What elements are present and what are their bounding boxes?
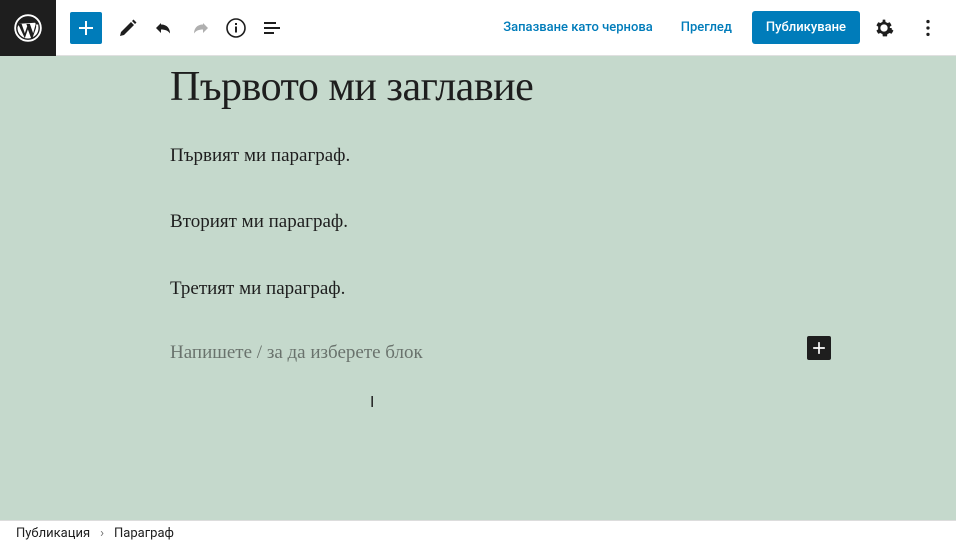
pencil-icon: [116, 16, 140, 40]
edit-mode-button[interactable]: [110, 10, 146, 46]
breadcrumb-current[interactable]: Параграф: [114, 526, 174, 541]
publish-button[interactable]: Публикуване: [752, 11, 860, 44]
add-block-button[interactable]: [70, 12, 102, 44]
toolbar-left-group: [56, 10, 290, 46]
block-breadcrumb: Публикация › Параграф: [0, 520, 956, 546]
inline-add-block-button[interactable]: [807, 336, 831, 360]
preview-button[interactable]: Преглед: [669, 12, 744, 43]
list-view-icon: [260, 16, 284, 40]
empty-paragraph-block[interactable]: Напишете / за да изберете блок: [170, 342, 786, 364]
settings-button[interactable]: [864, 8, 904, 48]
plus-icon: [74, 16, 98, 40]
outline-button[interactable]: [254, 10, 290, 46]
block-placeholder: Напишете / за да изберете блок: [170, 342, 423, 364]
editor-top-toolbar: Запазване като чернова Преглед Публикува…: [0, 0, 956, 56]
kebab-icon: [917, 17, 939, 39]
redo-icon: [188, 16, 212, 40]
save-draft-button[interactable]: Запазване като чернова: [491, 12, 665, 43]
paragraph-block[interactable]: Първият ми параграф.: [170, 143, 786, 170]
redo-button[interactable]: [182, 10, 218, 46]
post-content: Първото ми заглавие Първият ми параграф.…: [0, 56, 956, 364]
wordpress-logo[interactable]: [0, 0, 56, 56]
text-caret-cursor: I: [370, 392, 374, 411]
paragraph-block[interactable]: Третият ми параграф.: [170, 276, 786, 303]
chevron-right-icon: ›: [100, 526, 104, 541]
wordpress-icon: [14, 14, 42, 42]
undo-icon: [152, 16, 176, 40]
info-button[interactable]: [218, 10, 254, 46]
paragraph-block[interactable]: Вторият ми параграф.: [170, 209, 786, 236]
toolbar-right-group: Запазване като чернова Преглед Публикува…: [491, 8, 956, 48]
plus-icon: [809, 338, 829, 358]
more-options-button[interactable]: [908, 8, 948, 48]
breadcrumb-root[interactable]: Публикация: [16, 526, 90, 541]
undo-button[interactable]: [146, 10, 182, 46]
editor-canvas: Първото ми заглавие Първият ми параграф.…: [0, 56, 956, 520]
info-icon: [224, 16, 248, 40]
post-title[interactable]: Първото ми заглавие: [170, 60, 786, 115]
gear-icon: [873, 17, 895, 39]
